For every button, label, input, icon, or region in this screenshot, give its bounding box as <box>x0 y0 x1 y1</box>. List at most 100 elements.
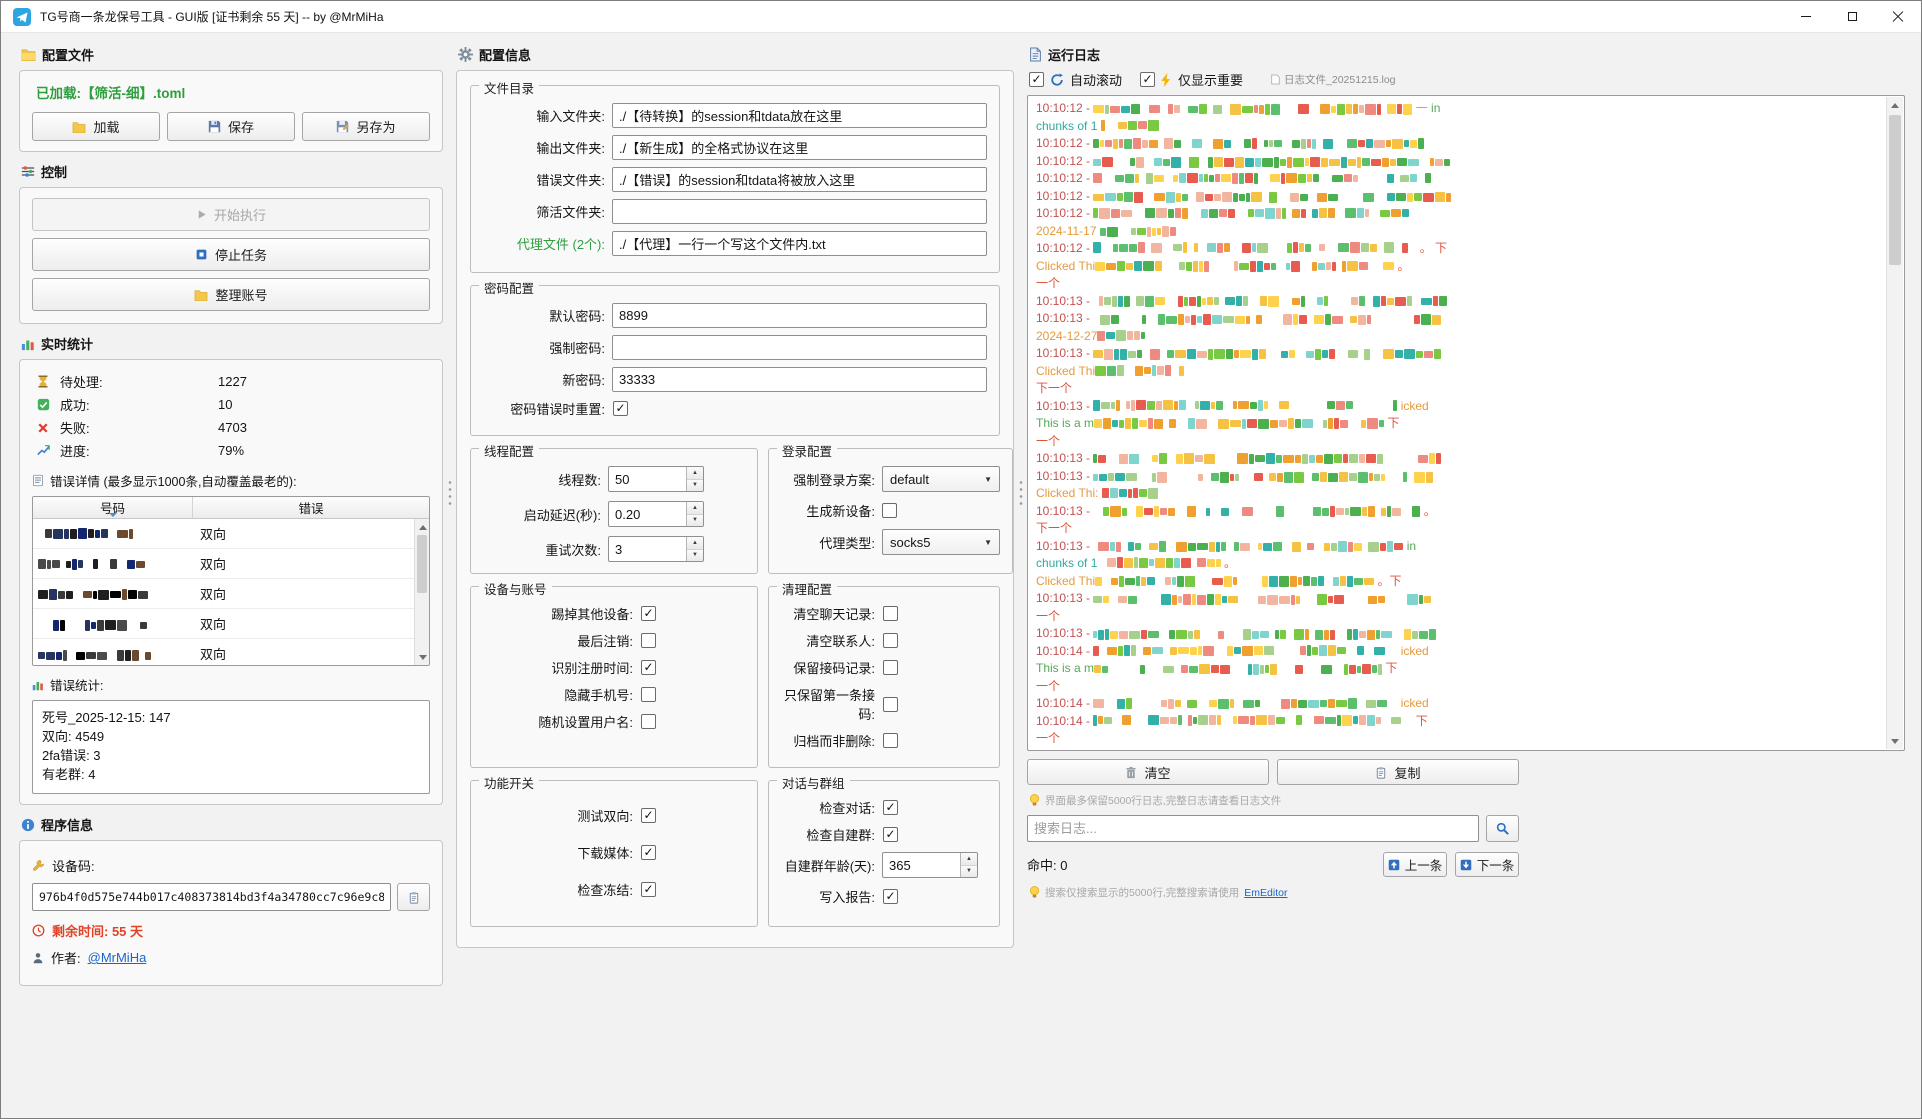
login-scheme-select[interactable]: default ▼ <box>882 466 1000 492</box>
next-match-button[interactable]: 下一条 <box>1455 852 1519 877</box>
spin-down-icon[interactable]: ▼ <box>961 866 977 878</box>
log-text: 一个 <box>1036 434 1060 448</box>
column-splitter[interactable] <box>443 39 456 1119</box>
table-row[interactable]: 双向 <box>33 579 414 609</box>
text-input[interactable] <box>612 167 987 192</box>
scroll-down-icon[interactable] <box>1887 733 1903 749</box>
column-header-error[interactable]: 错误 <box>193 497 429 518</box>
spin-down-icon[interactable]: ▼ <box>687 550 703 562</box>
column-splitter[interactable] <box>1014 39 1027 1119</box>
copy-log-button[interactable]: 复制 <box>1277 759 1519 785</box>
log-line: 一个 <box>1036 433 1880 451</box>
text-input[interactable] <box>612 199 987 224</box>
author-link[interactable]: @MrMiHa <box>88 950 147 965</box>
checkbox[interactable] <box>883 733 898 748</box>
cleanup-checks: 清空聊天记录:清空联系人:保留接码记录:只保留第一条接码:归档而非删除: <box>781 604 987 750</box>
prev-match-button[interactable]: 上一条 <box>1383 852 1447 877</box>
copy-device-code-button[interactable] <box>397 883 430 911</box>
proxy-type-select[interactable]: socks5 ▼ <box>882 529 1000 555</box>
checkbox-row: 下载媒体: <box>483 843 745 862</box>
log-text: 一个 <box>1036 679 1060 693</box>
checkbox[interactable] <box>641 687 656 702</box>
reset-on-error-checkbox[interactable] <box>613 401 628 416</box>
text-input[interactable] <box>612 135 987 160</box>
text-input[interactable] <box>612 103 987 128</box>
scroll-up-icon[interactable] <box>1887 97 1903 113</box>
log-area[interactable]: 10:10:12 - 一 inchunks of 1 10:10:12 - 10… <box>1027 95 1905 751</box>
checkbox[interactable] <box>641 882 656 897</box>
column-header-number[interactable]: 号码 <box>33 497 193 518</box>
file-dirs-fields: 输入文件夹:输出文件夹:错误文件夹:筛活文件夹:代理文件 (2个): <box>483 103 987 256</box>
checkbox[interactable] <box>641 660 656 675</box>
redacted-text <box>1094 664 1382 675</box>
table-row[interactable]: 双向 <box>33 639 414 665</box>
log-scrollbar[interactable] <box>1886 97 1903 749</box>
scroll-up-icon[interactable] <box>415 519 430 535</box>
spin-up-icon[interactable]: ▲ <box>687 467 703 480</box>
retry-count-spinbox[interactable]: 3 ▲▼ <box>608 536 704 562</box>
autoscroll-checkbox[interactable] <box>1029 72 1044 87</box>
new-device-checkbox[interactable] <box>882 503 897 518</box>
text-input[interactable] <box>612 367 987 392</box>
refresh-icon <box>1050 73 1064 87</box>
table-row[interactable]: 双向 <box>33 609 414 639</box>
log-text: 10:10:12 - <box>1036 206 1093 220</box>
checkbox[interactable] <box>883 827 898 842</box>
checkbox[interactable] <box>641 606 656 621</box>
spin-down-icon[interactable]: ▼ <box>687 515 703 527</box>
log-line: 2024-12-27 <box>1036 328 1880 346</box>
write-report-checkbox[interactable] <box>883 889 898 904</box>
checkbox[interactable] <box>641 714 656 729</box>
text-input[interactable] <box>612 303 987 328</box>
logfile-link[interactable]: 日志文件_20251215.log <box>1271 72 1396 87</box>
start-delay-spinbox[interactable]: 0.20 ▲▼ <box>608 501 704 527</box>
group-age-spinbox[interactable]: 365 ▲▼ <box>882 852 978 878</box>
checkbox[interactable] <box>641 845 656 860</box>
clear-log-button[interactable]: 清空 <box>1027 759 1269 785</box>
table-row[interactable]: 双向 <box>33 519 414 549</box>
minimize-button[interactable] <box>1783 1 1829 32</box>
close-button[interactable] <box>1875 1 1921 32</box>
organize-button[interactable]: 整理账号 <box>32 278 430 311</box>
load-button[interactable]: 加载 <box>32 112 160 141</box>
checkbox[interactable] <box>883 606 898 621</box>
emeditor-link[interactable]: EmEditor <box>1244 887 1287 899</box>
text-input[interactable] <box>612 231 987 256</box>
maximize-button[interactable] <box>1829 1 1875 32</box>
spin-up-icon[interactable]: ▲ <box>961 853 977 866</box>
log-text: Clicked Thi: <box>1036 486 1102 500</box>
table-row[interactable]: 双向 <box>33 549 414 579</box>
spin-up-icon[interactable]: ▲ <box>687 537 703 550</box>
sliders-icon <box>21 165 35 178</box>
scrollbar-thumb[interactable] <box>417 535 427 593</box>
checkbox-label: 下载媒体: <box>483 843 633 862</box>
start-button[interactable]: 开始执行 <box>32 198 430 231</box>
spin-up-icon[interactable]: ▲ <box>687 502 703 515</box>
important-only-checkbox[interactable] <box>1140 72 1155 87</box>
error-table-header[interactable]: 号码 错误 <box>33 497 429 519</box>
search-button[interactable] <box>1486 815 1519 842</box>
stop-button[interactable]: 停止任务 <box>32 238 430 271</box>
checkbox[interactable] <box>883 697 898 712</box>
checkbox[interactable] <box>641 808 656 823</box>
checkbox-label: 清空聊天记录: <box>781 604 875 623</box>
scrollbar-thumb[interactable] <box>1889 115 1901 265</box>
log-text: icked <box>1397 399 1428 413</box>
table-scrollbar[interactable] <box>414 519 429 665</box>
checkbox[interactable] <box>883 800 898 815</box>
save-button[interactable]: 保存 <box>167 112 295 141</box>
redacted-text <box>1094 418 1384 429</box>
text-input[interactable] <box>612 335 987 360</box>
scroll-down-icon[interactable] <box>415 649 430 665</box>
save-as-button[interactable]: 另存为 <box>302 112 430 141</box>
device-code-input[interactable] <box>32 883 391 911</box>
log-line: 10:10:13 - icked <box>1036 398 1880 416</box>
thread-count-spinbox[interactable]: 50 ▲▼ <box>608 466 704 492</box>
remaining-time-text: 剩余时间: 55 天 <box>52 921 143 940</box>
checkbox-row: 踢掉其他设备: <box>483 604 745 623</box>
log-search-input[interactable] <box>1027 815 1479 842</box>
checkbox[interactable] <box>883 660 898 675</box>
checkbox[interactable] <box>641 633 656 648</box>
spin-down-icon[interactable]: ▼ <box>687 480 703 492</box>
checkbox[interactable] <box>883 633 898 648</box>
